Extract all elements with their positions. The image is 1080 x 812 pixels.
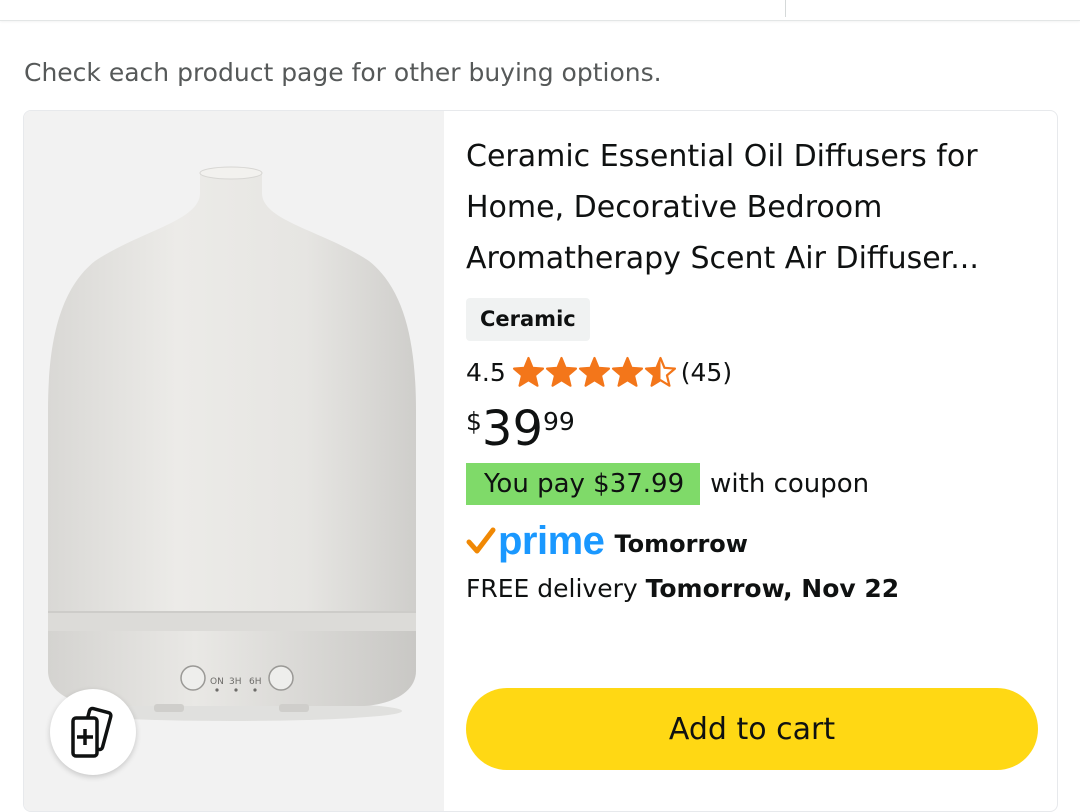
variant-badge: Ceramic (466, 298, 590, 341)
coupon-text: with coupon (710, 469, 870, 499)
price: $3999 (466, 399, 575, 459)
delivery-info: FREE delivery Tomorrow, Nov 22 (466, 574, 899, 603)
rating-row[interactable]: 4.5 (45) (466, 355, 732, 389)
price-symbol: $ (466, 407, 482, 436)
prime-label: prime (498, 519, 605, 563)
star-icon (578, 356, 610, 387)
device-label-on: ON (210, 677, 224, 687)
delivery-date: Tomorrow, Nov 22 (645, 574, 900, 603)
star-rating (512, 356, 677, 389)
coupon-row: You pay $37.99 with coupon (466, 463, 869, 505)
prime-row: prime Tomorrow (466, 516, 748, 566)
star-icon (512, 356, 544, 387)
price-whole: 39 (481, 401, 543, 457)
product-title[interactable]: Ceramic Essential Oil Diffusers for Home… (466, 131, 1036, 284)
product-image[interactable]: ON 3H 6H (24, 111, 444, 811)
device-label-3h: 3H (229, 677, 242, 687)
top-bar-divider (785, 0, 786, 17)
prime-speed: Tomorrow (614, 530, 748, 558)
price-fraction: 99 (542, 407, 575, 436)
device-label-6h: 6H (249, 677, 262, 687)
add-to-cart-button[interactable]: Add to cart (466, 688, 1038, 770)
star-icon (644, 356, 676, 387)
rating-value: 4.5 (466, 357, 506, 387)
prime-check-icon (466, 527, 496, 554)
delivery-prefix: FREE delivery (466, 574, 638, 603)
top-bar (0, 0, 1080, 21)
compare-button[interactable] (50, 689, 136, 775)
buying-options-notice: Check each product page for other buying… (24, 58, 662, 87)
star-icon (545, 356, 577, 387)
star-icon (611, 356, 643, 387)
compare-cards-icon (71, 706, 113, 758)
coupon-badge: You pay $37.99 (466, 463, 701, 505)
product-card[interactable]: ON 3H 6H Ceramic Essential Oil Diffusers… (23, 110, 1058, 812)
review-count[interactable]: (45) (681, 358, 732, 387)
